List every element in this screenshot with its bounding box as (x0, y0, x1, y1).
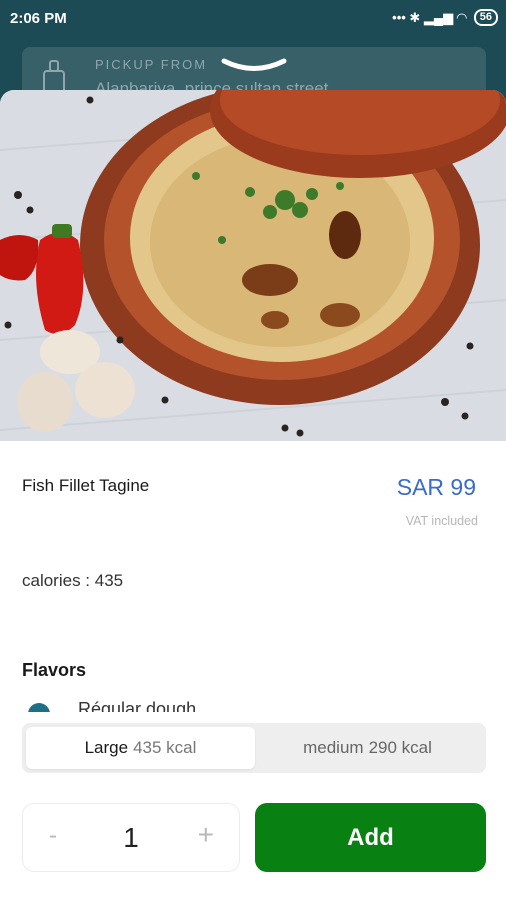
status-icons: ••• ✱ ▂▄▆ ◠ 56 (392, 9, 498, 26)
size-kcal: 435 kcal (133, 738, 197, 757)
size-toggle: Large 435 kcal medium 290 kcal (22, 723, 486, 773)
size-option-large[interactable]: Large 435 kcal (26, 727, 255, 769)
size-name: Large (84, 738, 129, 757)
product-photo (0, 90, 506, 441)
vat-note: VAT included (405, 514, 478, 528)
flavor-option[interactable]: Régular dough (22, 700, 322, 712)
increment-button[interactable]: + (198, 819, 214, 851)
size-kcal: 290 kcal (368, 738, 432, 757)
quantity-stepper: - 1 + (22, 803, 240, 872)
battery-icon: 56 (473, 9, 498, 26)
flavors-title: Flavors (22, 660, 87, 680)
size-option-medium[interactable]: medium 290 kcal (253, 727, 482, 769)
product-sheet: Fish Fillet Tagine SAR 99 VAT included c… (0, 90, 506, 900)
status-time: 2:06 PM (10, 10, 67, 27)
add-to-cart-button[interactable]: Add (255, 803, 486, 872)
product-name: Fish Fillet Tagine (22, 476, 150, 495)
sheet-handle-chevron-icon[interactable] (220, 58, 288, 72)
status-bar: 2:06 PM ••• ✱ ▂▄▆ ◠ 56 (0, 0, 506, 36)
pickup-label: PICKUP FROM (95, 57, 208, 72)
flavor-option-label: Régular dough (78, 700, 197, 712)
signal-icons: ••• ✱ ▂▄▆ ◠ (392, 9, 467, 25)
size-name: medium (303, 738, 364, 757)
product-price: SAR 99 (396, 474, 476, 500)
radio-selected-icon[interactable] (28, 703, 50, 712)
calories-text: calories : 435 (22, 571, 124, 590)
